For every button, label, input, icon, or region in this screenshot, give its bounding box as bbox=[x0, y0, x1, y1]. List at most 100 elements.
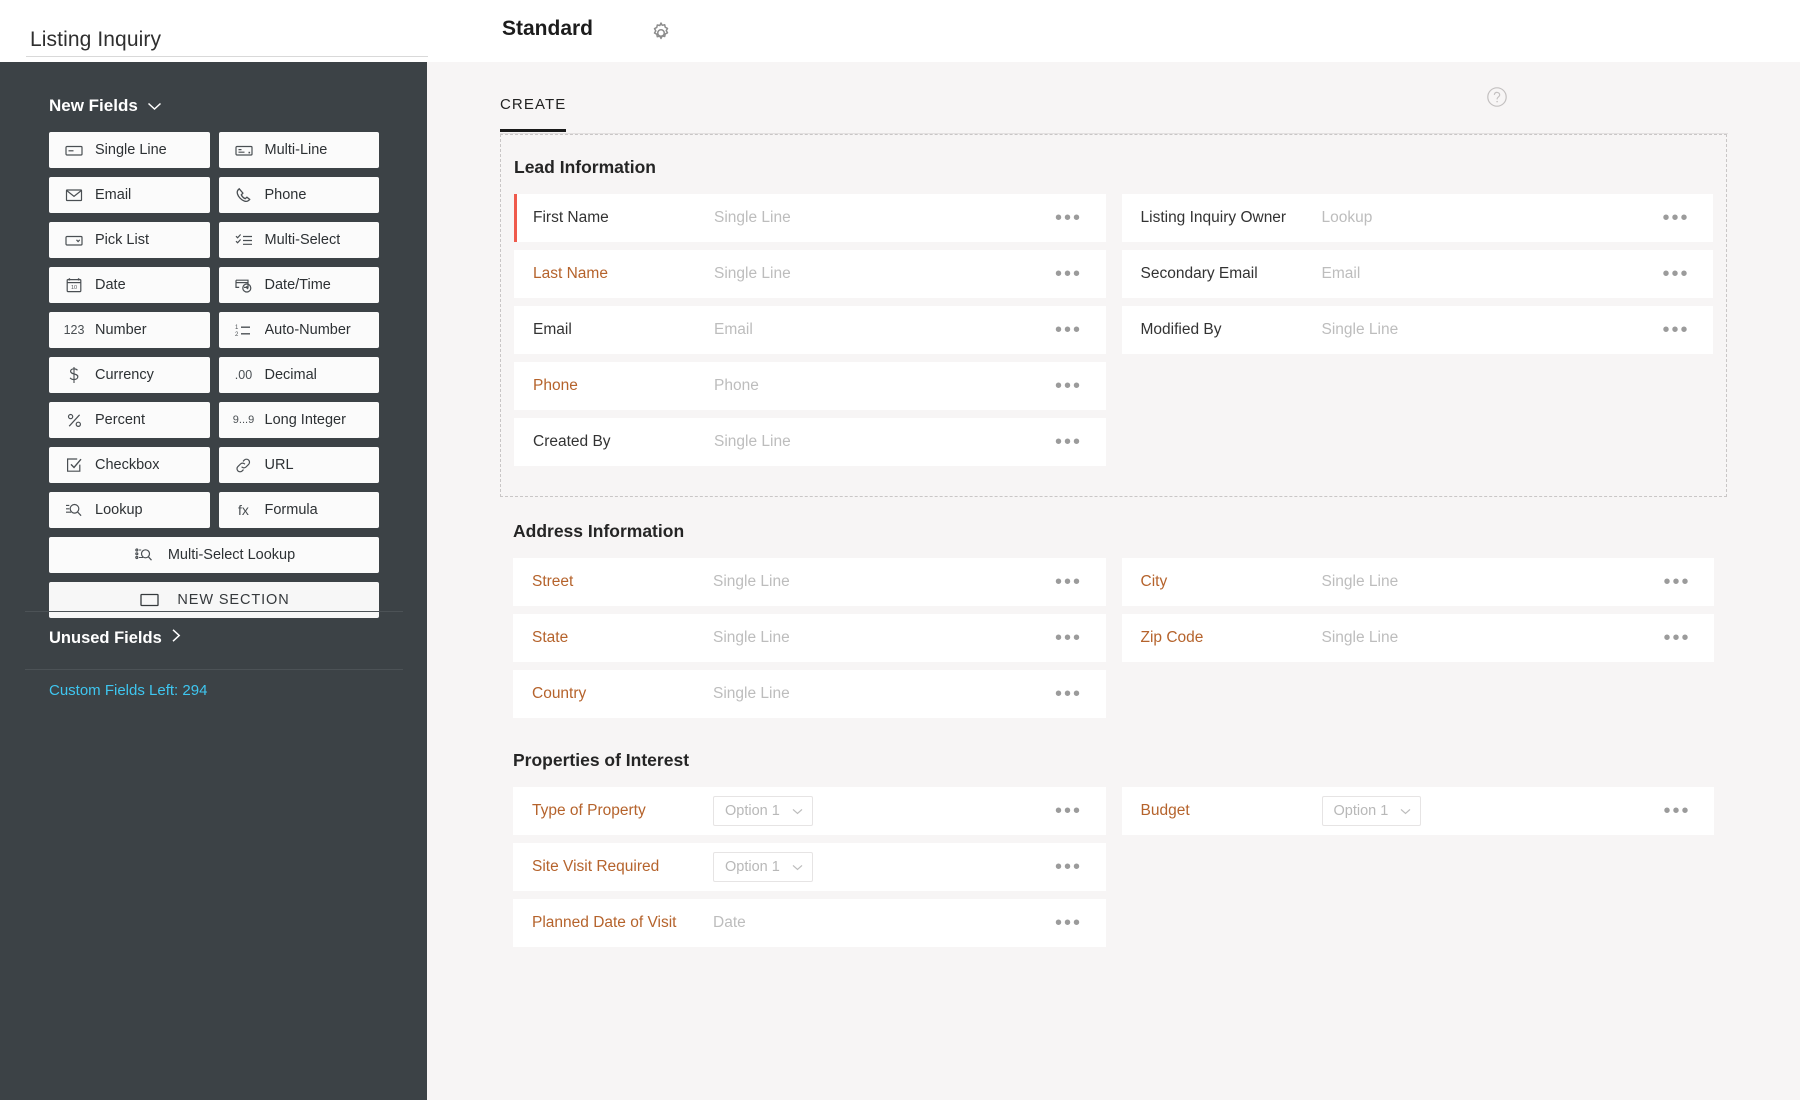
field-type-pick-list[interactable]: Pick List bbox=[49, 222, 210, 258]
row-menu-icon[interactable]: ••• bbox=[1046, 801, 1106, 821]
field-type-label: Single Line bbox=[95, 142, 167, 158]
decimal-icon: .00 bbox=[234, 368, 253, 382]
field-label: City bbox=[1140, 573, 1168, 590]
field-type-checkbox[interactable]: Checkbox bbox=[49, 447, 210, 483]
row-menu-icon[interactable]: ••• bbox=[1046, 857, 1106, 877]
field-row-planned-date-of-visit[interactable]: Planned Date of Visit Date ••• bbox=[513, 899, 1106, 947]
field-type-date-time[interactable]: Date/Time bbox=[218, 267, 379, 303]
field-type-label: Multi-Line bbox=[264, 142, 328, 158]
field-row-type-of-property[interactable]: Type of Property Option 1 ••• bbox=[513, 787, 1106, 835]
field-row-zip-code[interactable]: Zip Code Single Line ••• bbox=[1121, 614, 1714, 662]
field-label: Secondary Email bbox=[1140, 265, 1258, 282]
field-type-formula[interactable]: fx Formula bbox=[218, 492, 379, 528]
row-menu-icon[interactable]: ••• bbox=[1046, 320, 1106, 340]
row-menu-icon[interactable]: ••• bbox=[1046, 572, 1106, 592]
row-menu-icon[interactable]: ••• bbox=[1046, 432, 1106, 452]
row-menu-icon[interactable]: ••• bbox=[1046, 913, 1106, 933]
row-menu-icon[interactable]: ••• bbox=[1046, 376, 1106, 396]
field-type-long-integer[interactable]: 9...9 Long Integer bbox=[218, 402, 379, 438]
field-type-percent[interactable]: Percent bbox=[49, 402, 210, 438]
field-value-wrap: Option 1 bbox=[1321, 796, 1655, 826]
field-row-secondary-email[interactable]: Secondary Email Email ••• bbox=[1121, 250, 1713, 298]
field-label: Created By bbox=[533, 433, 611, 450]
row-menu-icon[interactable]: ••• bbox=[1046, 684, 1106, 704]
field-value-wrap: Option 1 bbox=[713, 852, 1046, 882]
envelope-icon bbox=[63, 186, 85, 204]
field-row-country[interactable]: Country Single Line ••• bbox=[513, 670, 1106, 718]
field-type-label: Currency bbox=[95, 367, 154, 383]
row-menu-icon[interactable]: ••• bbox=[1653, 264, 1713, 284]
section-title: Address Information bbox=[513, 521, 685, 541]
field-type-multi-select-lookup[interactable]: Multi-Select Lookup bbox=[49, 537, 379, 573]
module-title-underline bbox=[26, 56, 428, 57]
field-row-phone[interactable]: Phone Phone ••• bbox=[514, 362, 1106, 410]
new-fields-header[interactable]: New Fields bbox=[49, 96, 162, 116]
new-section-button[interactable]: NEW SECTION bbox=[49, 582, 379, 618]
field-row-modified-by[interactable]: Modified By Single Line ••• bbox=[1121, 306, 1713, 354]
field-placeholder: Single Line bbox=[1321, 629, 1399, 646]
gear-icon[interactable] bbox=[648, 20, 674, 46]
sidebar-divider-1 bbox=[25, 611, 403, 612]
field-type-number[interactable]: 123 Number bbox=[49, 312, 210, 348]
field-type-auto-number[interactable]: 12 Auto-Number bbox=[218, 312, 379, 348]
field-type-row: 10 Date Date/Time bbox=[49, 267, 379, 303]
row-menu-icon[interactable]: ••• bbox=[1654, 572, 1714, 592]
percent-icon bbox=[63, 411, 85, 429]
row-menu-icon[interactable]: ••• bbox=[1654, 801, 1714, 821]
field-type-single-line[interactable]: Single Line bbox=[49, 132, 210, 168]
field-row-budget[interactable]: Budget Option 1 ••• bbox=[1121, 787, 1714, 835]
field-type-currency[interactable]: Currency bbox=[49, 357, 210, 393]
form-section: Properties of Interest Type of Property … bbox=[500, 726, 1727, 955]
field-label: Budget bbox=[1140, 802, 1190, 819]
unused-fields-header[interactable]: Unused Fields bbox=[49, 628, 182, 648]
row-menu-icon[interactable]: ••• bbox=[1653, 320, 1713, 340]
field-type-lookup[interactable]: Lookup bbox=[49, 492, 210, 528]
row-menu-icon[interactable]: ••• bbox=[1653, 208, 1713, 228]
chevron-down-icon bbox=[147, 96, 162, 116]
field-type-phone[interactable]: Phone bbox=[218, 177, 379, 213]
field-placeholder: Single Line bbox=[713, 685, 790, 702]
checkbox-icon bbox=[63, 456, 85, 474]
field-row-first-name[interactable]: First Name Single Line ••• bbox=[514, 194, 1106, 242]
formula-fx-icon: fx bbox=[238, 502, 249, 518]
field-row-last-name[interactable]: Last Name Single Line ••• bbox=[514, 250, 1106, 298]
field-type-decimal[interactable]: .00 Decimal bbox=[218, 357, 379, 393]
row-menu-icon[interactable]: ••• bbox=[1046, 208, 1106, 228]
field-type-multi-line[interactable]: Multi-Line bbox=[218, 132, 379, 168]
field-row-site-visit-required[interactable]: Site Visit Required Option 1 ••• bbox=[513, 843, 1106, 891]
question-mark-icon[interactable] bbox=[1486, 86, 1508, 108]
field-label: First Name bbox=[533, 209, 609, 226]
field-type-label: Long Integer bbox=[264, 412, 346, 428]
field-label: Country bbox=[532, 685, 587, 702]
field-row-created-by[interactable]: Created By Single Line ••• bbox=[514, 418, 1106, 466]
field-type-row: Lookup fx Formula bbox=[49, 492, 379, 528]
field-label: Site Visit Required bbox=[532, 858, 660, 875]
field-type-url[interactable]: URL bbox=[218, 447, 379, 483]
tab-create[interactable]: CREATE bbox=[500, 96, 567, 132]
option-select-value: Option 1 bbox=[1333, 803, 1389, 819]
top-bar: Listing Inquiry Standard bbox=[0, 0, 1800, 62]
field-row-city[interactable]: City Single Line ••• bbox=[1121, 558, 1714, 606]
field-type-multi-select[interactable]: Multi-Select bbox=[218, 222, 379, 258]
field-placeholder: Single Line bbox=[713, 573, 790, 590]
field-type-row: Checkbox URL bbox=[49, 447, 379, 483]
field-row-listing-inquiry-owner[interactable]: Listing Inquiry Owner Lookup ••• bbox=[1121, 194, 1713, 242]
multi-line-icon bbox=[233, 141, 255, 159]
field-label: Planned Date of Visit bbox=[532, 914, 677, 931]
field-row-street[interactable]: Street Single Line ••• bbox=[513, 558, 1106, 606]
sidebar: New Fields Single Line Multi-Line Email … bbox=[0, 62, 427, 1100]
row-menu-icon[interactable]: ••• bbox=[1046, 264, 1106, 284]
field-type-label: Date bbox=[95, 277, 126, 293]
option-select[interactable]: Option 1 bbox=[1321, 796, 1422, 826]
row-menu-icon[interactable]: ••• bbox=[1654, 628, 1714, 648]
field-type-label: Formula bbox=[264, 502, 318, 518]
option-select[interactable]: Option 1 bbox=[713, 852, 813, 882]
field-placeholder: Single Line bbox=[1321, 573, 1399, 590]
field-type-label: Lookup bbox=[95, 502, 143, 518]
field-row-email[interactable]: Email Email ••• bbox=[514, 306, 1106, 354]
option-select[interactable]: Option 1 bbox=[713, 796, 813, 826]
field-row-state[interactable]: State Single Line ••• bbox=[513, 614, 1106, 662]
field-type-email[interactable]: Email bbox=[49, 177, 210, 213]
row-menu-icon[interactable]: ••• bbox=[1046, 628, 1106, 648]
field-type-date[interactable]: 10 Date bbox=[49, 267, 210, 303]
